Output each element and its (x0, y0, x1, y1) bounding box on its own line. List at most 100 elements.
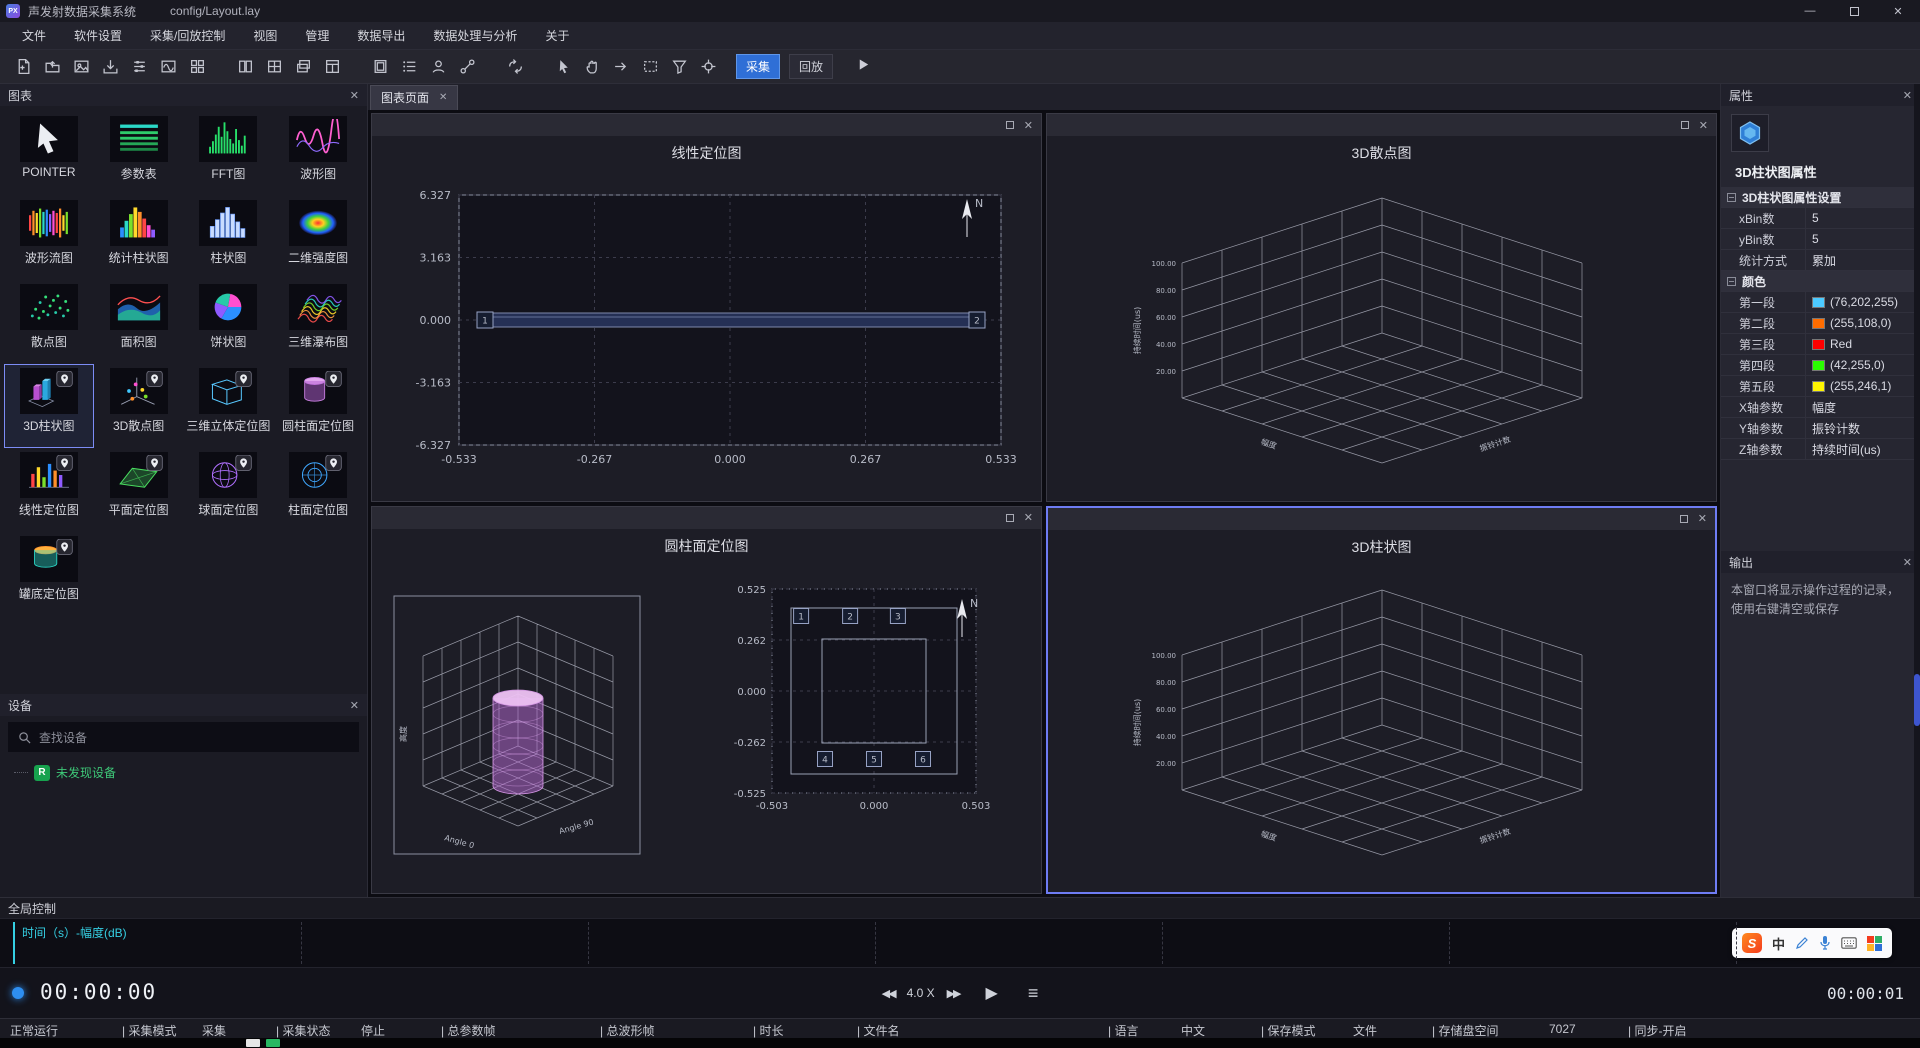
panel-3d-bar[interactable]: ✕ 3D柱状图 100.0080.0060.0040.0020.00 幅度 振铃… (1046, 506, 1717, 895)
panel-3d-scatter[interactable]: ✕ 3D散点图 100.0080.0060.0040.0020.00 幅度 振铃… (1046, 113, 1717, 502)
close-button[interactable]: ✕ (1876, 0, 1920, 22)
palette-item-locate-3d[interactable]: 三维立体定位图 (184, 364, 274, 448)
transport-menu-button[interactable]: ≡ (1028, 983, 1039, 1004)
pen-icon[interactable] (1795, 936, 1809, 950)
property-value[interactable]: 累加 (1805, 250, 1920, 270)
palette-item-scatter3d[interactable]: 3D散点图 (94, 364, 184, 448)
sogou-badge[interactable]: S (1742, 933, 1762, 953)
slice-tool-icon[interactable] (666, 54, 692, 80)
device-tree-item[interactable]: R 未发现设备 (14, 764, 367, 781)
panel-close-icon[interactable]: ✕ (1024, 119, 1033, 132)
panel-close-icon[interactable]: ✕ (1699, 119, 1708, 132)
property-value[interactable]: 持续时间(us) (1805, 439, 1920, 459)
new-file-icon[interactable] (10, 54, 36, 80)
play-icon[interactable] (856, 57, 871, 76)
page-frame-icon[interactable] (367, 54, 393, 80)
rewind-button[interactable]: ◀◀ (882, 987, 895, 1000)
palette-item-waveform[interactable]: 波形图 (273, 112, 363, 196)
palette-item-stat-histogram[interactable]: 统计柱状图 (94, 196, 184, 280)
node-link-icon[interactable] (454, 54, 480, 80)
palette-item-scatter[interactable]: 散点图 (4, 280, 94, 364)
menu-item-4[interactable]: 管理 (291, 27, 343, 44)
layout-cascade-icon[interactable] (290, 54, 316, 80)
menu-item-2[interactable]: 采集/回放控制 (136, 27, 239, 44)
close-icon[interactable]: ✕ (350, 89, 359, 102)
right-scrollbar[interactable] (1914, 84, 1920, 897)
play-button[interactable]: ▶ (986, 983, 998, 1003)
property-section-4[interactable]: 颜色 (1721, 271, 1920, 292)
panel-cylinder-locator[interactable]: ✕ 圆柱面定位图 高度 Angle 0 Angle 90 0.5250.2620… (371, 506, 1042, 895)
mic-icon[interactable] (1819, 935, 1831, 951)
property-value[interactable]: 幅度 (1805, 397, 1920, 417)
palette-item-bar3d[interactable]: 3D柱状图 (4, 364, 94, 448)
acquire-button[interactable]: 采集 (736, 54, 780, 79)
open-file-icon[interactable] (39, 54, 65, 80)
property-value[interactable]: 振铃计数 (1805, 418, 1920, 438)
menu-item-6[interactable]: 数据处理与分析 (419, 27, 531, 44)
palette-item-waveform-stream[interactable]: 波形流图 (4, 196, 94, 280)
taskbar-icon[interactable] (246, 1039, 260, 1047)
property-value[interactable]: 5 (1805, 229, 1920, 249)
collapse-icon[interactable] (1727, 277, 1736, 286)
menu-item-1[interactable]: 软件设置 (60, 27, 136, 44)
param-settings-icon[interactable] (126, 54, 152, 80)
data-export-icon[interactable] (97, 54, 123, 80)
panel-close-icon[interactable]: ✕ (1024, 511, 1033, 524)
panel-linear-locator[interactable]: ✕ 线性定位图 6.3273.1630.000-3.163-6.327-0.53… (371, 113, 1042, 502)
property-value[interactable]: Red (1805, 334, 1920, 354)
palette-item-param-table[interactable]: 参数表 (94, 112, 184, 196)
palette-item-locate-cylinder[interactable]: 圆柱面定位图 (273, 364, 363, 448)
property-value[interactable]: 5 (1805, 208, 1920, 228)
timeline-strip[interactable]: 时间（s）-幅度(dB) S 中 (0, 918, 1920, 968)
maximize-button[interactable] (1832, 0, 1876, 22)
menu-item-3[interactable]: 视图 (239, 27, 291, 44)
property-value[interactable]: (255,246,1) (1805, 376, 1920, 396)
minimize-button[interactable]: — (1788, 0, 1832, 22)
layout-grid-icon[interactable] (261, 54, 287, 80)
panel-close-icon[interactable]: ✕ (1698, 512, 1707, 525)
palette-item-pointer[interactable]: POINTER (4, 112, 94, 196)
palette-item-locate-linear[interactable]: 线性定位图 (4, 448, 94, 532)
ime-mode-indicator[interactable]: 中 (1772, 934, 1785, 953)
palette-item-intensity-2d[interactable]: 二维强度图 (273, 196, 363, 280)
menu-item-7[interactable]: 关于 (531, 27, 583, 44)
keyboard-icon[interactable] (1841, 937, 1857, 949)
pointer-tool-icon[interactable] (550, 54, 576, 80)
hand-tool-icon[interactable] (579, 54, 605, 80)
property-value[interactable]: (76,202,255) (1805, 292, 1920, 312)
palette-item-locate-plane[interactable]: 平面定位图 (94, 448, 184, 532)
wave-settings-icon[interactable] (155, 54, 181, 80)
user-icon[interactable] (425, 54, 451, 80)
link-icon[interactable] (502, 54, 528, 80)
fast-forward-button[interactable]: ▶▶ (947, 987, 960, 1000)
tab-chart-page[interactable]: 图表页面 ✕ (370, 85, 458, 110)
panel-maximize-icon[interactable] (1681, 121, 1689, 129)
palette-item-waterfall-3d[interactable]: 三维瀑布图 (273, 280, 363, 364)
marquee-tool-icon[interactable] (637, 54, 663, 80)
arrow-tool-icon[interactable] (608, 54, 634, 80)
palette-item-locate-cylsurface[interactable]: 柱面定位图 (273, 448, 363, 532)
tab-close-icon[interactable]: ✕ (439, 92, 447, 103)
image-export-icon[interactable] (68, 54, 94, 80)
list-view-icon[interactable] (396, 54, 422, 80)
property-value[interactable]: (255,108,0) (1805, 313, 1920, 333)
ime-toolbar[interactable]: S 中 (1732, 928, 1892, 958)
collapse-icon[interactable] (1727, 193, 1736, 202)
matrix-settings-icon[interactable] (184, 54, 210, 80)
toolbox-icon[interactable] (1867, 936, 1882, 951)
timeline-playhead[interactable] (13, 922, 15, 964)
panel-maximize-icon[interactable] (1680, 515, 1688, 523)
device-search-input[interactable]: 查找设备 (8, 722, 359, 752)
replay-button[interactable]: 回放 (789, 54, 833, 79)
layout-tile-icon[interactable] (319, 54, 345, 80)
panel-maximize-icon[interactable] (1006, 121, 1014, 129)
palette-item-pie[interactable]: 饼状图 (184, 280, 274, 364)
property-value[interactable]: (42,255,0) (1805, 355, 1920, 375)
layout-columns-icon[interactable] (232, 54, 258, 80)
close-icon[interactable]: ✕ (1903, 89, 1912, 102)
scrollbar-thumb[interactable] (1914, 674, 1920, 726)
palette-item-histogram[interactable]: 柱状图 (184, 196, 274, 280)
menu-item-0[interactable]: 文件 (8, 27, 60, 44)
menu-item-5[interactable]: 数据导出 (343, 27, 419, 44)
palette-item-locate-tank[interactable]: 罐底定位图 (4, 532, 94, 616)
